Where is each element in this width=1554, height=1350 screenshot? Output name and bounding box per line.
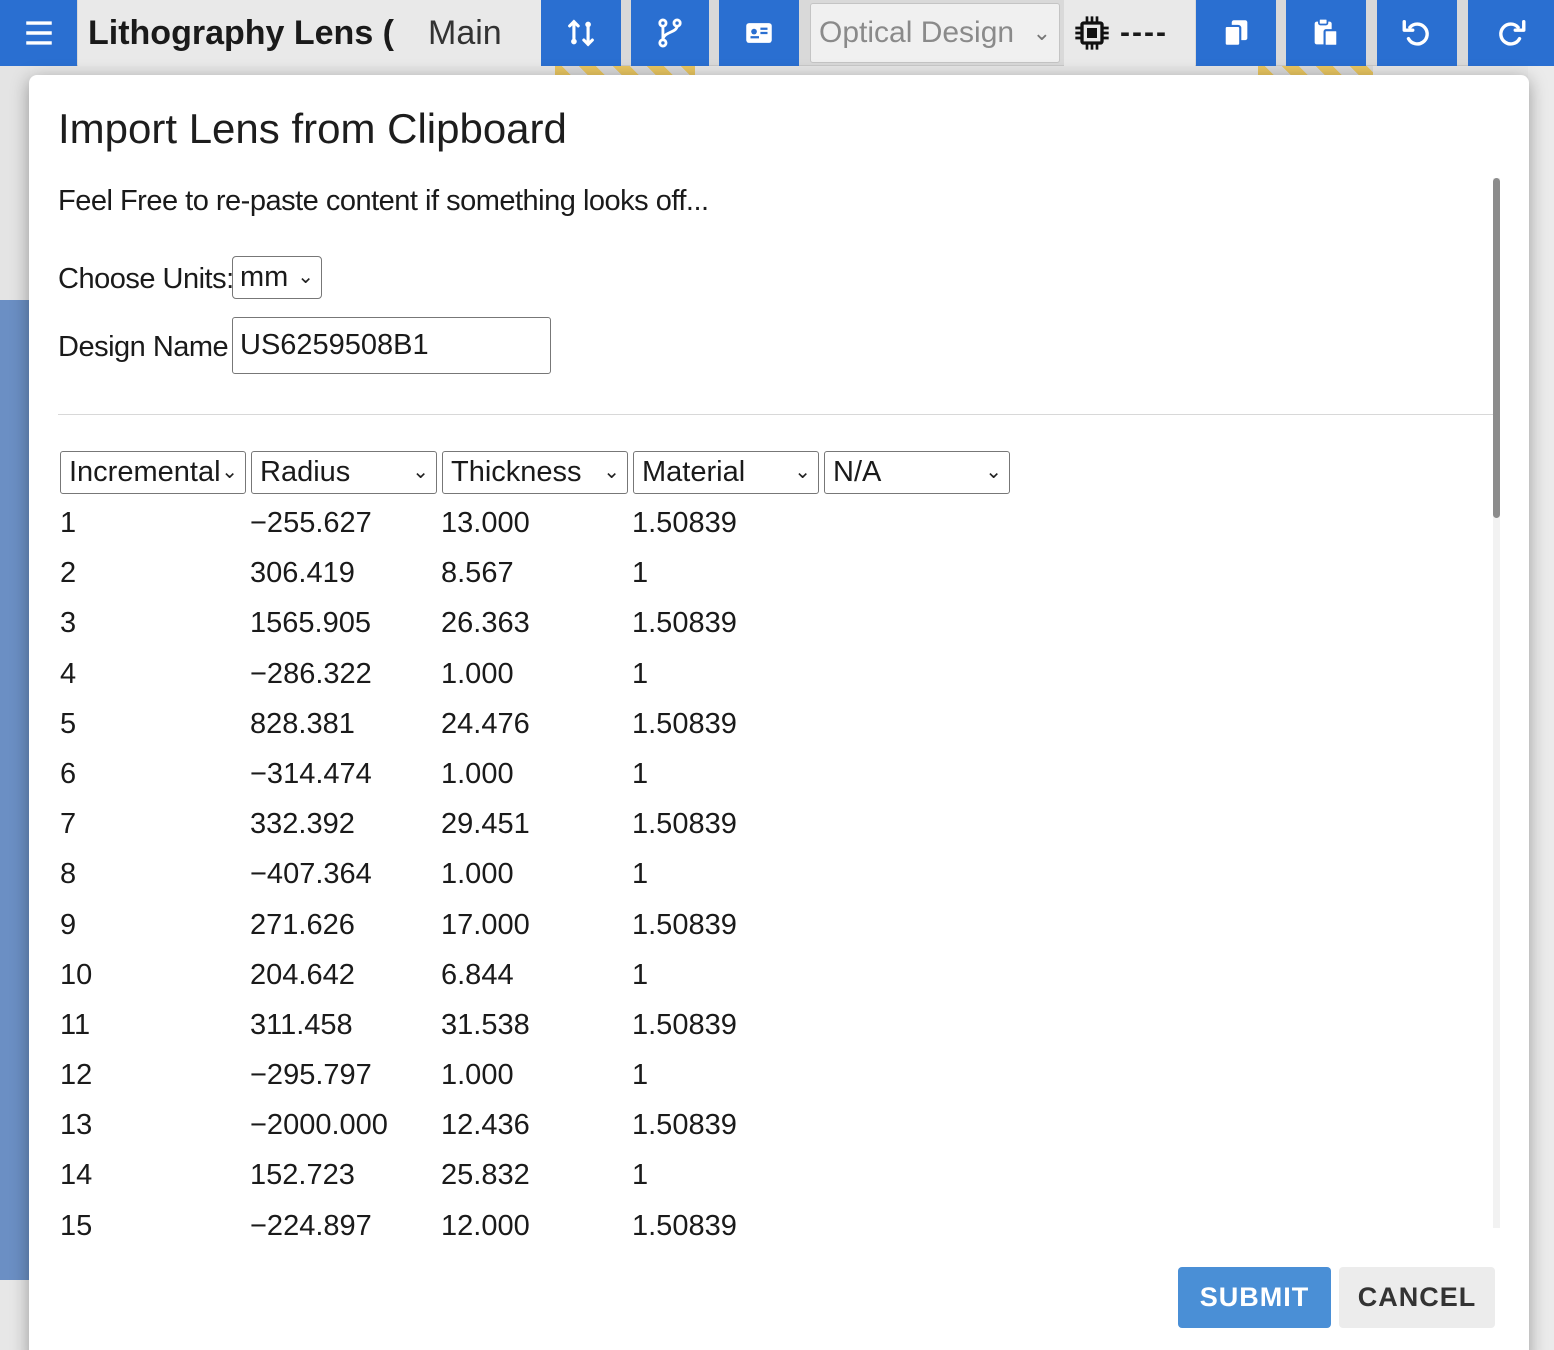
chevron-down-icon: ⌄ [1032,20,1051,45]
chevron-down-icon: ⌄ [603,461,620,483]
chevron-down-icon: ⌄ [221,461,238,483]
hint-text: Feel Free to re-paste content if somethi… [58,185,709,217]
scrollbar-thumb[interactable] [1493,178,1500,518]
units-label: Choose Units: [58,263,234,295]
lens-data-table: 1 −255.627 13.000 1.50839 2 306.419 8.567 1 31… [29,498,1489,1251]
redo-icon [1499,19,1526,46]
design-name-input[interactable]: US6259508B1 [232,317,551,374]
id-card-button[interactable] [719,0,799,66]
app-title: Lithography Lens ( [78,0,398,66]
chevron-down-icon: ⌄ [985,461,1002,483]
copy-icon [1223,20,1248,47]
id-card-icon [746,23,772,43]
mode-select[interactable]: Optical Design ⌄ [810,3,1060,63]
table-row: 13 −2000.000 12.436 1.50839 [60,1109,737,1142]
submit-button[interactable]: SUBMIT [1178,1267,1331,1328]
table-row: 8 −407.364 1.000 1 [60,858,649,891]
import-lens-dialog: Import Lens from Clipboard Feel Free to … [29,75,1529,1350]
branch-button[interactable] [631,0,709,66]
table-row: 2 306.419 8.567 1 [60,557,649,590]
top-toolbar: Lithography Lens ( Main Optical Design ⌄… [0,0,1554,66]
dialog-content[interactable]: Feel Free to re-paste content if somethi… [29,175,1505,1300]
background-panel [1528,66,1554,1350]
table-row: 11 311.458 31.538 1.50839 [60,1008,737,1041]
chip-icon [1075,16,1109,50]
units-select[interactable]: mm ⌄ [232,256,322,299]
paste-icon [1314,17,1339,47]
table-row: 7 332.392 29.451 1.50839 [60,808,737,841]
branch-icon [658,18,682,48]
column-select-thickness[interactable]: Thickness ⌄ [442,451,628,494]
menu-icon [25,21,52,45]
column-select-incremental[interactable]: Incremental ⌄ [60,451,246,494]
redo-button[interactable] [1468,0,1554,66]
chevron-down-icon: ⌄ [297,266,314,288]
table-row: 1 −255.627 13.000 1.50839 [60,507,737,539]
undo-button[interactable] [1377,0,1457,66]
table-row: 15 −224.897 12.000 1.50839 [60,1209,737,1242]
table-row: 12 −295.797 1.000 1 [60,1059,649,1092]
table-row: 6 −314.474 1.000 1 [60,757,649,790]
undo-icon [1402,19,1429,46]
chip-status: ---- [1120,16,1168,49]
chevron-down-icon: ⌄ [794,461,811,483]
column-select-material[interactable]: Material ⌄ [633,451,819,494]
dialog-title: Import Lens from Clipboard [58,105,567,152]
branch-name[interactable]: Main [398,0,541,66]
column-select-radius[interactable]: Radius ⌄ [251,451,437,494]
table-row: 14 152.723 25.832 1 [60,1159,649,1192]
table-row: 4 −286.322 1.000 1 [60,657,649,690]
table-row: 9 271.626 17.000 1.50839 [60,908,737,941]
table-row: 3 1565.905 26.363 1.50839 [60,607,737,640]
paste-button[interactable] [1286,0,1366,66]
table-row: 10 204.642 6.844 1 [60,958,649,991]
swap-icon [568,19,594,47]
processor-status: ---- [1064,0,1195,66]
design-name-label: Design Name [58,331,229,363]
chevron-down-icon: ⌄ [412,461,429,483]
background-panel [0,300,30,1280]
swap-button[interactable] [541,0,621,66]
background-panel [0,66,30,300]
table-row: 5 828.381 24.476 1.50839 [60,707,737,740]
copy-button[interactable] [1196,0,1276,66]
cancel-button[interactable]: CANCEL [1339,1267,1495,1328]
column-select-extra[interactable]: N/A ⌄ [824,451,1010,494]
menu-button[interactable] [0,0,77,66]
divider [58,414,1494,415]
